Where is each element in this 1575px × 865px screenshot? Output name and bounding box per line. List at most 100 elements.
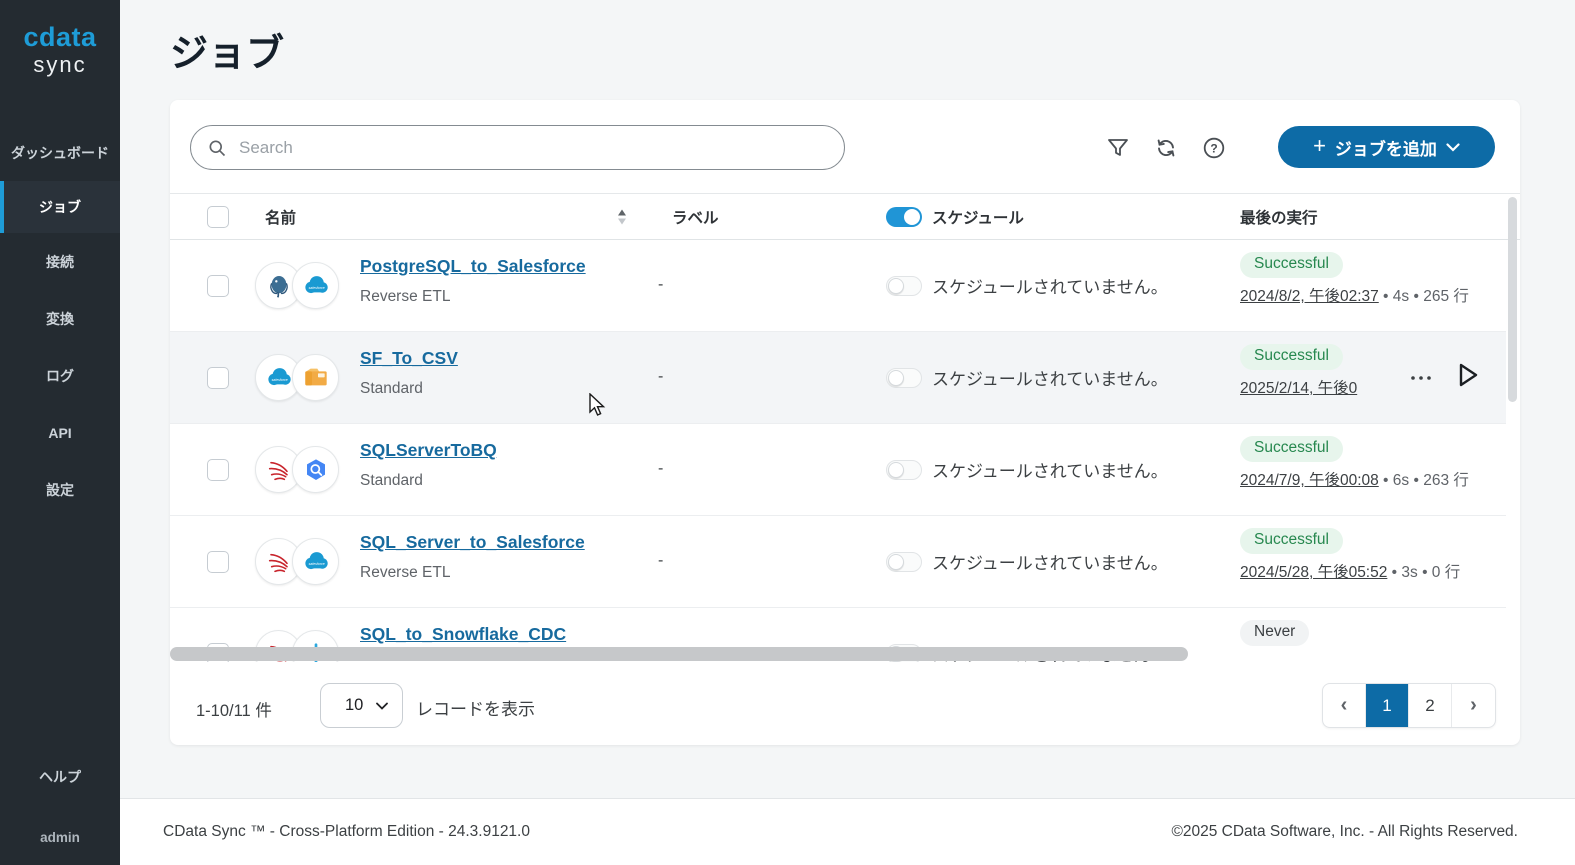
column-header-name[interactable]: 名前 — [265, 206, 296, 228]
page-button-1[interactable]: 1 — [1366, 684, 1409, 727]
table-row: salesforce SQL_Server_to_Salesforce Reve… — [170, 516, 1506, 608]
row-checkbox[interactable] — [207, 459, 229, 481]
logo-cdata-text: cdata — [0, 22, 120, 53]
bigquery-icon — [292, 446, 339, 493]
table-row: salesforce PostgreSQL_to_Salesforce Reve… — [170, 240, 1506, 332]
job-type: Standard — [360, 472, 423, 490]
job-name-link[interactable]: SQL_Server_to_Salesforce — [360, 532, 585, 553]
next-page-button[interactable]: › — [1452, 684, 1495, 727]
job-type: Reverse ETL — [360, 288, 450, 306]
logo-sync-text: sync — [0, 52, 120, 78]
schedule-state: スケジュールされていません。 — [932, 365, 1168, 390]
row-checkbox[interactable] — [207, 551, 229, 573]
svg-text:?: ? — [1210, 142, 1217, 156]
svg-text:salesforce: salesforce — [308, 562, 324, 566]
jobs-card: ? + ジョブを追加 名前 ラベル スケジュール 最後の実行 — [170, 100, 1520, 745]
sidebar-item-api[interactable]: API — [0, 404, 120, 461]
sidebar-nav: ダッシュボード ジョブ 接続 変換 ログ API 設定 — [0, 124, 120, 518]
page-size-value: 10 — [345, 696, 363, 715]
previous-page-button[interactable]: ‹ — [1323, 684, 1366, 727]
csv-folder-icon — [292, 354, 339, 401]
last-run-link[interactable]: 2024/5/28, 午後05:52 — [1240, 564, 1387, 581]
job-name-link[interactable]: SQL_to_Snowflake_CDC — [360, 624, 566, 645]
column-header-last-run[interactable]: 最後の実行 — [1240, 206, 1318, 228]
search-box — [190, 125, 845, 170]
status-badge: Successful — [1240, 344, 1343, 370]
schedule-toggle[interactable] — [886, 460, 922, 480]
status-badge: Successful — [1240, 436, 1343, 462]
last-run-meta: • 3s • 0 行 — [1387, 564, 1460, 581]
table-row: salesforce SF_To_CSV Standard - スケジュールされ… — [170, 332, 1506, 424]
footer: CData Sync ™ - Cross-Platform Edition - … — [120, 798, 1575, 865]
schedule-master-toggle[interactable] — [886, 207, 922, 227]
last-run-link[interactable]: 2024/8/2, 午後02:37 — [1240, 288, 1379, 305]
run-job-icon[interactable] — [1455, 360, 1481, 390]
status-badge: Successful — [1240, 252, 1343, 278]
filter-icon[interactable] — [1106, 136, 1130, 160]
sidebar-item-settings[interactable]: 設定 — [0, 461, 120, 518]
table-body: salesforce PostgreSQL_to_Salesforce Reve… — [170, 240, 1506, 662]
last-run-meta: • 4s • 265 行 — [1379, 288, 1469, 305]
chevron-down-icon — [376, 702, 388, 710]
last-run: 2025/2/14, 午後0 — [1240, 376, 1357, 398]
schedule-state: スケジュールされていません。 — [932, 549, 1168, 574]
plus-icon: + — [1313, 133, 1326, 159]
footer-version-text: CData Sync ™ - Cross-Platform Edition - … — [163, 823, 530, 841]
job-label: - — [658, 276, 663, 294]
sidebar-user-admin[interactable]: admin — [0, 817, 120, 857]
job-label: - — [658, 552, 663, 570]
row-checkbox[interactable] — [207, 275, 229, 297]
page-button-2[interactable]: 2 — [1409, 684, 1452, 727]
search-icon — [207, 138, 227, 158]
job-name-link[interactable]: SF_To_CSV — [360, 348, 458, 369]
sidebar-item-connections[interactable]: 接続 — [0, 233, 120, 290]
help-icon[interactable]: ? — [1202, 136, 1226, 160]
svg-text:salesforce: salesforce — [308, 286, 324, 290]
add-job-button[interactable]: + ジョブを追加 — [1278, 126, 1495, 168]
job-name-link[interactable]: SQLServerToBQ — [360, 440, 497, 461]
sort-icon[interactable] — [618, 209, 628, 224]
add-job-label: ジョブを追加 — [1335, 135, 1437, 160]
last-run-link[interactable]: 2025/2/14, 午後0 — [1240, 380, 1357, 397]
pagination-controls: ‹ 1 2 › — [1322, 683, 1496, 728]
job-label: - — [658, 368, 663, 386]
sidebar-bottom: ヘルプ admin — [0, 749, 120, 865]
last-run-meta: • 6s • 263 行 — [1379, 472, 1469, 489]
last-run: 2024/8/2, 午後02:37 • 4s • 265 行 — [1240, 284, 1469, 306]
table-header: 名前 ラベル スケジュール 最後の実行 — [170, 193, 1520, 240]
row-actions-menu-icon[interactable] — [1408, 370, 1434, 386]
job-name-link[interactable]: PostgreSQL_to_Salesforce — [360, 256, 586, 277]
column-header-schedule[interactable]: スケジュール — [932, 206, 1024, 228]
connection-icons: salesforce — [255, 538, 341, 586]
horizontal-scrollbar[interactable] — [170, 647, 1188, 661]
sidebar-item-dashboard[interactable]: ダッシュボード — [0, 124, 120, 181]
row-checkbox[interactable] — [207, 367, 229, 389]
vertical-scrollbar[interactable] — [1508, 197, 1517, 402]
job-type: Reverse ETL — [360, 564, 450, 582]
cdata-sync-logo: cdata sync — [0, 0, 120, 78]
last-run-link[interactable]: 2024/7/9, 午後00:08 — [1240, 472, 1379, 489]
schedule-toggle[interactable] — [886, 276, 922, 296]
pagination-range-label: 1-10/11 件 — [196, 697, 272, 721]
status-badge: Never — [1240, 620, 1309, 646]
last-run: 2024/7/9, 午後00:08 • 6s • 263 行 — [1240, 468, 1469, 490]
main-content: ジョブ ? + ジョブを追加 名前 — [120, 0, 1575, 865]
search-input[interactable] — [239, 138, 799, 158]
chevron-down-icon — [1446, 143, 1460, 152]
connection-icons: salesforce — [255, 354, 341, 402]
connection-icons: salesforce — [255, 262, 341, 310]
salesforce-icon: salesforce — [292, 262, 339, 309]
schedule-toggle[interactable] — [886, 368, 922, 388]
sidebar-item-jobs[interactable]: ジョブ — [0, 181, 120, 233]
page-size-select[interactable]: 10 — [320, 683, 403, 728]
refresh-icon[interactable] — [1154, 136, 1178, 160]
pagination-records-label: レコードを表示 — [416, 695, 535, 720]
job-label: - — [658, 460, 663, 478]
sidebar-item-transformations[interactable]: 変換 — [0, 290, 120, 347]
select-all-checkbox[interactable] — [207, 206, 229, 228]
sidebar-item-help[interactable]: ヘルプ — [0, 749, 120, 805]
schedule-toggle[interactable] — [886, 552, 922, 572]
column-header-label[interactable]: ラベル — [672, 206, 719, 228]
sidebar-item-logs[interactable]: ログ — [0, 347, 120, 404]
page-title: ジョブ — [170, 22, 284, 77]
